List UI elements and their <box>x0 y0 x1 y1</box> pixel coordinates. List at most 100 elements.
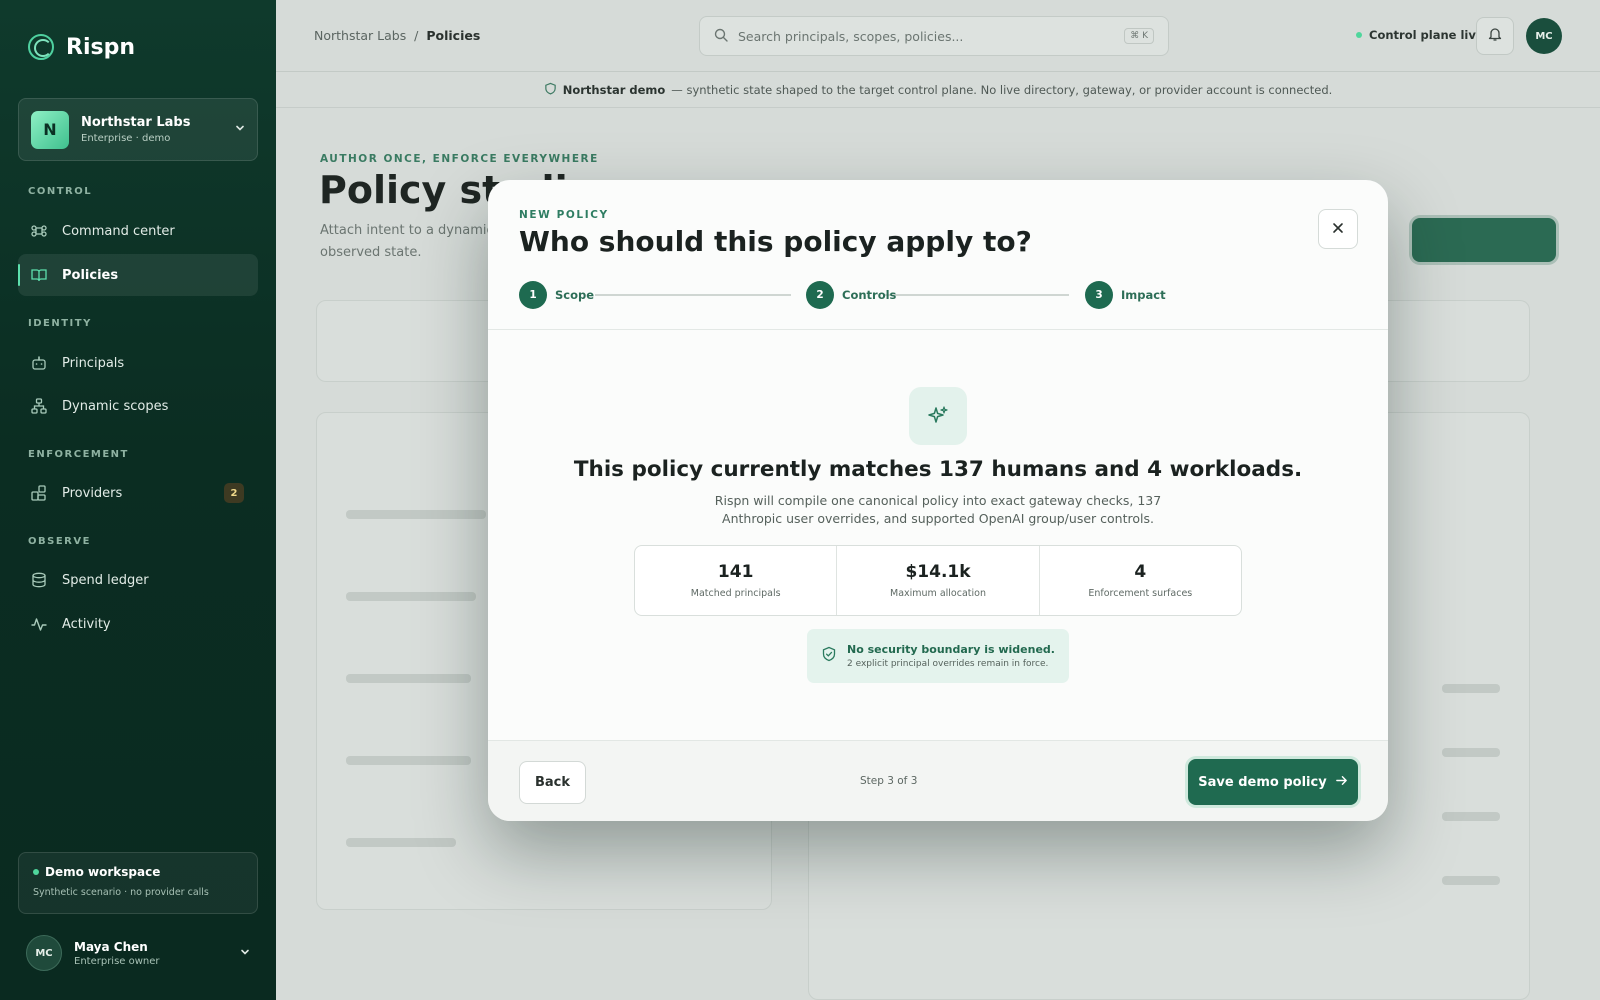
pulse-icon <box>30 615 48 633</box>
live-dot-icon <box>33 869 39 875</box>
live-dot-icon <box>1356 32 1362 38</box>
avatar: MC <box>26 935 62 971</box>
breadcrumb-current: Policies <box>426 28 481 43</box>
notice-title: No security boundary is widened. <box>847 643 1055 656</box>
arrow-right-icon <box>1335 774 1348 791</box>
background-line <box>346 756 471 765</box>
providers-count-badge: 2 <box>224 483 244 503</box>
demo-banner: Northstar demo — synthetic state shaped … <box>276 72 1600 108</box>
sparkles-icon <box>909 387 967 445</box>
step-label: Scope <box>555 288 595 302</box>
security-notice: No security boundary is widened. 2 expli… <box>807 629 1069 683</box>
stat-value: 4 <box>1134 562 1147 582</box>
chevron-down-icon <box>235 123 245 136</box>
sidebar-item-label: Command center <box>62 223 175 239</box>
notice-subtitle: 2 explicit principal overrides remain in… <box>847 659 1049 669</box>
banner-title: Northstar demo <box>562 82 666 97</box>
sidebar-item-principals[interactable]: Principals <box>18 342 258 384</box>
new-policy-dialog: NEW POLICY Who should this policy apply … <box>488 180 1388 821</box>
step-impact[interactable]: 3 Impact <box>1085 281 1166 309</box>
chevron-down-icon <box>240 947 250 960</box>
rispn-logo-icon <box>28 34 54 60</box>
stat-label: Matched principals <box>690 588 781 599</box>
nav-section-control: CONTROL <box>28 186 93 197</box>
banner-text: — synthetic state shaped to the target c… <box>671 82 1333 97</box>
sidebar-item-label: Dynamic scopes <box>62 398 169 414</box>
demo-workspace-card: Demo workspace Synthetic scenario · no p… <box>18 852 258 914</box>
user-role: Enterprise owner <box>74 955 160 967</box>
save-button-label: Save demo policy <box>1198 774 1327 790</box>
dialog-title: Who should this policy apply to? <box>519 225 1032 258</box>
sidebar-item-spend-ledger[interactable]: Spend ledger <box>18 559 258 601</box>
database-icon <box>30 571 48 589</box>
impact-stats: 141 Matched principals $14.1k Maximum al… <box>634 545 1242 616</box>
hierarchy-icon <box>30 397 48 415</box>
book-icon <box>30 266 48 284</box>
create-policy-button[interactable] <box>1412 218 1556 262</box>
avatar[interactable]: MC <box>1526 18 1562 54</box>
org-avatar: N <box>31 110 69 149</box>
step-number: 2 <box>806 281 834 309</box>
sidebar-item-command-center[interactable]: Command center <box>18 210 258 252</box>
search-shortcut: ⌘ K <box>1124 28 1154 44</box>
breadcrumb: Northstar Labs / Policies <box>314 28 480 43</box>
step-controls[interactable]: 2 Controls <box>806 281 896 309</box>
step-label: Impact <box>1121 288 1166 302</box>
sidebar-item-label: Policies <box>62 267 119 283</box>
sidebar-item-providers[interactable]: Providers 2 <box>18 472 258 514</box>
sidebar-item-label: Providers <box>62 485 123 501</box>
stat-enforcement-surfaces: 4 Enforcement surfaces <box>1040 546 1241 615</box>
sidebar-item-label: Spend ledger <box>62 572 149 588</box>
step-connector <box>595 294 791 296</box>
command-icon <box>30 222 48 240</box>
step-connector <box>883 294 1069 296</box>
dialog-eyebrow: NEW POLICY <box>519 209 609 221</box>
stat-label: Maximum allocation <box>890 588 986 599</box>
org-name: Northstar Labs <box>81 115 191 130</box>
save-demo-policy-button[interactable]: Save demo policy <box>1188 759 1358 805</box>
background-line <box>1442 876 1500 885</box>
close-icon <box>1331 220 1345 239</box>
background-line <box>1442 812 1500 821</box>
topbar: Northstar Labs / Policies Search princip… <box>276 0 1600 72</box>
sidebar-item-policies[interactable]: Policies <box>18 254 258 296</box>
breadcrumb-separator: / <box>414 28 419 43</box>
step-scope[interactable]: 1 Scope <box>519 281 594 309</box>
close-button[interactable] <box>1318 209 1358 249</box>
stat-value: 141 <box>717 562 754 582</box>
impact-headline: This policy currently matches 137 humans… <box>573 457 1303 482</box>
shield-icon <box>544 82 557 98</box>
sidebar: Rispn N Northstar Labs Enterprise · demo… <box>0 0 276 1000</box>
org-plan: Enterprise · demo <box>81 133 171 144</box>
org-switcher[interactable]: N Northstar Labs Enterprise · demo <box>18 98 258 161</box>
back-button[interactable]: Back <box>519 761 586 804</box>
brand-name: Rispn <box>66 34 135 60</box>
stat-label: Enforcement surfaces <box>1088 588 1193 599</box>
nav-section-identity: IDENTITY <box>28 318 92 329</box>
search-input[interactable]: Search principals, scopes, policies... ⌘… <box>699 16 1169 56</box>
background-line <box>1442 684 1500 693</box>
background-line <box>346 510 486 519</box>
step-label: Controls <box>842 288 897 302</box>
step-indicator: Step 3 of 3 <box>860 775 918 787</box>
dialog-footer: Back Step 3 of 3 Save demo policy <box>488 740 1388 821</box>
user-name: Maya Chen <box>74 939 148 954</box>
bell-icon <box>1487 26 1503 46</box>
robot-icon <box>30 354 48 372</box>
search-icon <box>714 28 728 45</box>
sidebar-item-dynamic-scopes[interactable]: Dynamic scopes <box>18 385 258 427</box>
demo-subtitle: Synthetic scenario · no provider calls <box>33 887 209 898</box>
sidebar-item-activity[interactable]: Activity <box>18 603 258 645</box>
user-menu[interactable]: MC Maya Chen Enterprise owner <box>26 935 250 971</box>
sidebar-item-label: Activity <box>62 616 111 632</box>
status-badge: Control plane live <box>1356 28 1484 42</box>
stepper: 1 Scope 2 Controls 3 Impact <box>519 281 1359 309</box>
notifications-button[interactable] <box>1476 17 1514 55</box>
background-line <box>346 838 456 847</box>
brand[interactable]: Rispn <box>28 34 135 60</box>
shield-check-icon <box>821 646 837 666</box>
nav-section-observe: OBSERVE <box>28 536 91 547</box>
step-number: 1 <box>519 281 547 309</box>
breadcrumb-root[interactable]: Northstar Labs <box>314 28 406 43</box>
background-line <box>1442 748 1500 757</box>
